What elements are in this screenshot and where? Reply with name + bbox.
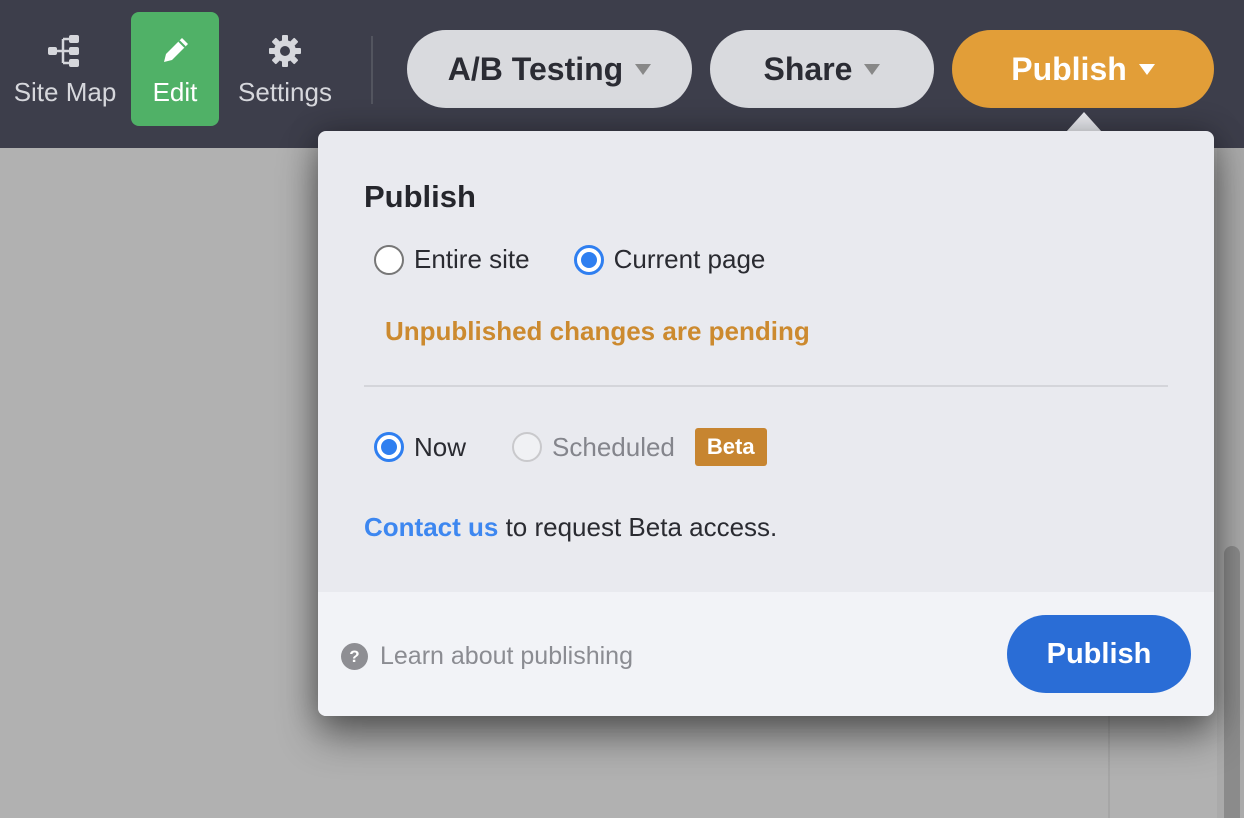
scheduled-radio[interactable] [512,432,543,462]
share-dropdown[interactable]: Share [710,30,934,108]
gear-icon [267,31,303,71]
edit-label: Edit [152,76,198,107]
entire-site-radio[interactable] [374,244,404,275]
learn-about-publishing-link[interactable]: ? Learn about publishing [341,642,633,671]
section-divider [364,385,1168,387]
learn-about-publishing-label: Learn about publishing [380,642,633,670]
current-page-label: Current page [613,244,766,274]
publish-dropdown[interactable]: Publish [952,30,1214,108]
popover-footer: ? Learn about publishing Publish [318,592,1214,716]
current-page-radio[interactable] [573,244,604,275]
timing-option-now[interactable]: Now [374,432,466,463]
chevron-down-icon [635,63,652,75]
publish-button[interactable]: Publish [1007,615,1191,693]
now-radio[interactable] [374,432,404,462]
publish-popover: Publish Entire site Current page Unpubli… [318,131,1214,716]
beta-access-text: to request Beta access. [498,512,778,542]
site-map-label: Site Map [13,76,117,107]
top-toolbar: Site Map Edit Settings A/B Testing Share… [0,0,1244,148]
entire-site-label: Entire site [414,244,530,274]
now-label: Now [414,431,467,462]
help-icon: ? [341,643,368,670]
publish-timing-group: Now Scheduled Beta [374,428,767,466]
scheduled-label: Scheduled [552,431,675,462]
pending-changes-status: Unpublished changes are pending [385,316,810,346]
settings-button[interactable]: Settings [226,12,344,126]
pencil-icon [158,31,192,71]
edit-button[interactable]: Edit [131,12,219,126]
scope-option-entire-site[interactable]: Entire site [374,244,530,275]
sitemap-icon [47,31,83,71]
settings-label: Settings [238,76,332,107]
popover-arrow [1066,112,1102,132]
beta-badge: Beta [694,428,767,466]
scope-option-current-page[interactable]: Current page [573,244,766,275]
scrollbar-thumb[interactable] [1224,546,1240,818]
site-map-button[interactable]: Site Map [4,12,126,126]
contact-us-link[interactable]: Contact us [364,512,498,542]
chevron-down-icon [864,63,881,75]
publish-label: Publish [1011,50,1127,87]
share-label: Share [763,50,853,87]
publish-scope-group: Entire site Current page [374,244,765,275]
popover-title: Publish [364,179,476,214]
ab-testing-label: A/B Testing [447,50,624,87]
toolbar-divider [371,36,373,104]
timing-option-scheduled[interactable]: Scheduled [512,432,675,463]
chevron-down-icon [1138,63,1155,75]
beta-access-note: Contact us to request Beta access. [364,512,777,543]
ab-testing-dropdown[interactable]: A/B Testing [407,30,692,108]
page-column-divider [1108,716,1110,818]
